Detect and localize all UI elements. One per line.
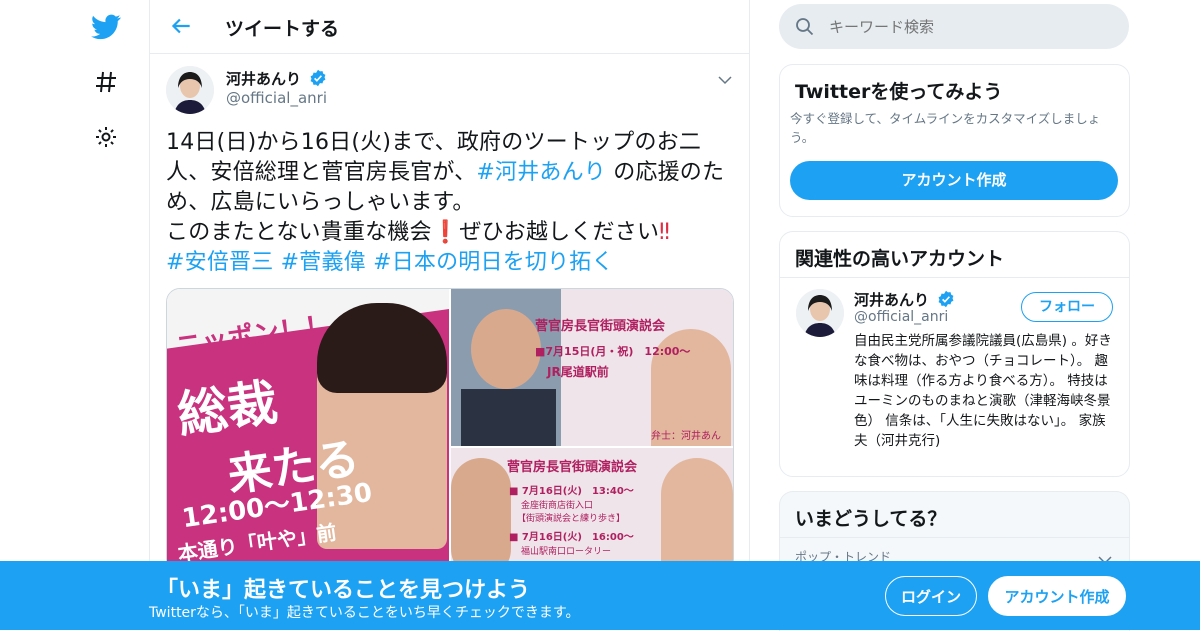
poster-date: ■7月15日(月・祝) 12:00〜 bbox=[535, 345, 691, 358]
poster-title: 菅官房長官街頭演説会 bbox=[507, 460, 638, 475]
hashtag-icon[interactable] bbox=[88, 64, 124, 100]
media-image-top-right[interactable]: 菅官房長官街頭演説会 ■7月15日(月・祝) 12:00〜 JR尾道駅前 弁士：… bbox=[451, 289, 733, 446]
signup-card: Twitterを使ってみよう 今すぐ登録して、タイムラインをカスタマイズしましょ… bbox=[779, 64, 1130, 217]
login-button[interactable]: ログイン bbox=[885, 576, 977, 616]
poster-place: 福山駅南口ロータリー bbox=[521, 547, 612, 557]
poster-title: 菅官房長官街頭演説会 bbox=[535, 319, 666, 334]
hashtag-link[interactable]: #安倍晋三 bbox=[166, 250, 273, 275]
banner-subtitle: Twitterなら、「いま」起きていることをいち早くチェックできます。 bbox=[149, 605, 580, 621]
gear-icon[interactable] bbox=[88, 119, 124, 155]
poster-date: ■ 7月16日(火) 13:40〜 bbox=[509, 486, 634, 497]
divider bbox=[780, 277, 1129, 278]
exclamation-emoji-icon: ❗ bbox=[431, 220, 460, 245]
tweet-column: ツイートする 河井あんり @official_anri 14日(日)から16日(… bbox=[149, 0, 750, 630]
back-arrow-icon[interactable] bbox=[168, 13, 194, 39]
poster-place: 金座街商店街入口 bbox=[521, 501, 594, 511]
divider bbox=[780, 537, 1129, 538]
signup-card-title: Twitterを使ってみよう bbox=[795, 81, 1003, 103]
chevron-down-icon[interactable] bbox=[718, 70, 732, 89]
related-account-avatar[interactable] bbox=[796, 289, 844, 337]
search-input[interactable] bbox=[827, 14, 1111, 40]
create-account-button[interactable]: アカウント作成 bbox=[790, 161, 1118, 200]
banner-title: 「いま」起きていることを見つけよう bbox=[156, 578, 531, 603]
author-handle[interactable]: @official_anri bbox=[226, 89, 327, 107]
author-avatar[interactable] bbox=[166, 66, 214, 114]
page-header: ツイートする bbox=[150, 0, 749, 54]
related-account-name-text: 河井あんり bbox=[854, 291, 930, 309]
banner-signup-button[interactable]: アカウント作成 bbox=[988, 576, 1126, 616]
search-box[interactable] bbox=[779, 4, 1129, 49]
tweet-text-segment: ぜひお越しください bbox=[459, 220, 660, 245]
media-image-left[interactable]: ニッポン！！ 総裁 来たる 12:00〜12:30 本通り「叶や」前 bbox=[167, 289, 449, 579]
verified-badge-icon bbox=[309, 69, 327, 91]
poster-place: JR尾道駅前 bbox=[547, 365, 609, 379]
page-title: ツイートする bbox=[225, 18, 340, 40]
signup-card-description: 今すぐ登録して、タイムラインをカスタマイズしましょう。 bbox=[790, 111, 1101, 145]
tweet-text: 14日(日)から16日(火)まで、政府のツートップのお二人、安倍総理と菅官房長官… bbox=[166, 128, 731, 278]
related-accounts-card: 関連性の高いアカウント 河井あんり @official_anri フォロー 自由… bbox=[779, 231, 1130, 477]
poster-note: 【街頭演説会と練り歩き】 bbox=[517, 514, 626, 524]
related-account-handle[interactable]: @official_anri bbox=[854, 309, 948, 325]
double-exclamation-emoji-icon: ‼ bbox=[659, 220, 671, 245]
related-card-title: 関連性の高いアカウント bbox=[795, 248, 1005, 270]
hashtag-link[interactable]: #河井あんり bbox=[476, 160, 606, 185]
poster-caption: 弁士：河井あん bbox=[651, 431, 721, 442]
twitter-bird-icon[interactable] bbox=[88, 9, 124, 45]
person-face bbox=[471, 309, 541, 389]
hashtag-link[interactable]: #日本の明日を切り拓く bbox=[373, 250, 614, 275]
tweet-text-segment: このまたとない貴重な機会 bbox=[166, 220, 432, 245]
author-name[interactable]: 河井あんり bbox=[226, 68, 327, 91]
hashtag-link[interactable]: #菅義偉 bbox=[281, 250, 366, 275]
person-suit bbox=[461, 389, 556, 446]
tweet-media-grid: ニッポン！！ 総裁 来たる 12:00〜12:30 本通り「叶や」前 菅官房長官… bbox=[166, 288, 734, 580]
trends-card-title: いまどうしてる？ bbox=[795, 508, 947, 530]
search-icon bbox=[795, 17, 815, 41]
signup-banner: 「いま」起きていることを見つけよう Twitterなら、「いま」起きていることを… bbox=[0, 561, 1200, 630]
follow-button[interactable]: フォロー bbox=[1021, 292, 1113, 322]
poster-date: ■ 7月16日(火) 16:00〜 bbox=[509, 532, 634, 543]
media-image-bottom-right[interactable]: 菅官房長官街頭演説会 ■ 7月16日(火) 13:40〜 金座街商店街入口 【街… bbox=[451, 448, 733, 579]
related-account-bio: 自由民主党所属参議院議員(広島県) 。好きな食べ物は、おやつ（チョコレート）。 … bbox=[854, 333, 1112, 449]
author-name-text: 河井あんり bbox=[226, 70, 302, 88]
